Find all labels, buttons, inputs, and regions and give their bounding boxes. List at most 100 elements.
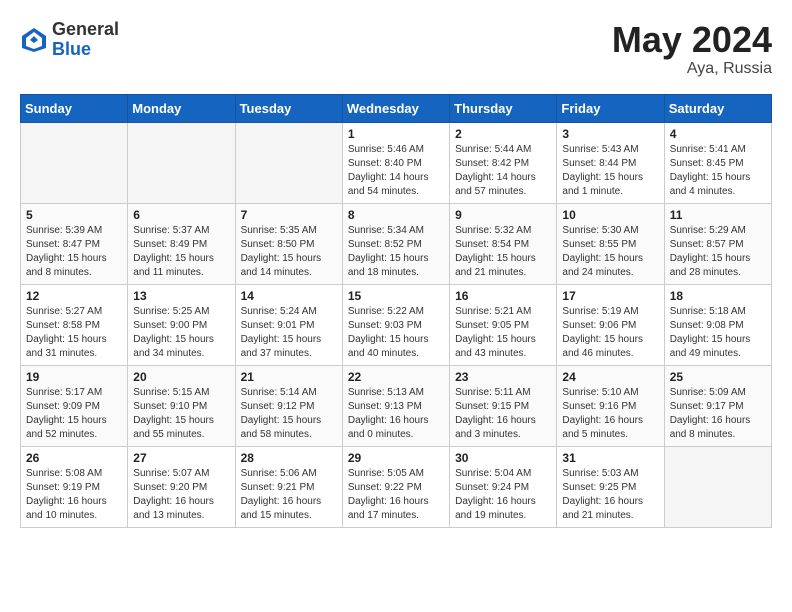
day-detail: Sunrise: 5:34 AMSunset: 8:52 PMDaylight:… — [348, 224, 444, 280]
day-detail: Sunrise: 5:04 AMSunset: 9:24 PMDaylight:… — [455, 467, 551, 523]
day-number: 18 — [670, 289, 766, 303]
day-number: 29 — [348, 451, 444, 465]
day-number: 7 — [241, 208, 337, 222]
day-cell: 30 Sunrise: 5:04 AMSunset: 9:24 PMDayligh… — [450, 446, 557, 527]
day-number: 30 — [455, 451, 551, 465]
day-number: 22 — [348, 370, 444, 384]
day-cell: 11 Sunrise: 5:29 AMSunset: 8:57 PMDayligh… — [664, 203, 771, 284]
day-detail: Sunrise: 5:13 AMSunset: 9:13 PMDaylight:… — [348, 386, 444, 442]
title-block: May 2024 Aya, Russia — [612, 20, 772, 78]
calendar-table: SundayMondayTuesdayWednesdayThursdayFrid… — [20, 94, 772, 528]
day-number: 15 — [348, 289, 444, 303]
weekday-thursday: Thursday — [450, 94, 557, 122]
day-detail: Sunrise: 5:09 AMSunset: 9:17 PMDaylight:… — [670, 386, 766, 442]
day-cell: 21 Sunrise: 5:14 AMSunset: 9:12 PMDayligh… — [235, 365, 342, 446]
weekday-monday: Monday — [128, 94, 235, 122]
day-detail: Sunrise: 5:43 AMSunset: 8:44 PMDaylight:… — [562, 143, 658, 199]
day-number: 19 — [26, 370, 122, 384]
day-detail: Sunrise: 5:39 AMSunset: 8:47 PMDaylight:… — [26, 224, 122, 280]
day-cell: 24 Sunrise: 5:10 AMSunset: 9:16 PMDayligh… — [557, 365, 664, 446]
day-detail: Sunrise: 5:25 AMSunset: 9:00 PMDaylight:… — [133, 305, 229, 361]
weekday-header-row: SundayMondayTuesdayWednesdayThursdayFrid… — [21, 94, 772, 122]
day-number: 24 — [562, 370, 658, 384]
day-detail: Sunrise: 5:07 AMSunset: 9:20 PMDaylight:… — [133, 467, 229, 523]
day-cell: 19 Sunrise: 5:17 AMSunset: 9:09 PMDayligh… — [21, 365, 128, 446]
day-detail: Sunrise: 5:15 AMSunset: 9:10 PMDaylight:… — [133, 386, 229, 442]
day-detail: Sunrise: 5:10 AMSunset: 9:16 PMDaylight:… — [562, 386, 658, 442]
week-row-4: 19 Sunrise: 5:17 AMSunset: 9:09 PMDayligh… — [21, 365, 772, 446]
day-cell — [21, 122, 128, 203]
day-detail: Sunrise: 5:27 AMSunset: 8:58 PMDaylight:… — [26, 305, 122, 361]
weekday-sunday: Sunday — [21, 94, 128, 122]
day-detail: Sunrise: 5:41 AMSunset: 8:45 PMDaylight:… — [670, 143, 766, 199]
day-number: 17 — [562, 289, 658, 303]
day-number: 25 — [670, 370, 766, 384]
day-detail: Sunrise: 5:17 AMSunset: 9:09 PMDaylight:… — [26, 386, 122, 442]
weekday-friday: Friday — [557, 94, 664, 122]
page-header: General Blue May 2024 Aya, Russia — [20, 20, 772, 78]
day-cell: 12Sunrise: 5:27 AMSunset: 8:58 PMDayligh… — [21, 284, 128, 365]
day-number: 16 — [455, 289, 551, 303]
day-detail: Sunrise: 5:22 AMSunset: 9:03 PMDaylight:… — [348, 305, 444, 361]
day-number: 23 — [455, 370, 551, 384]
day-cell: 27 Sunrise: 5:07 AMSunset: 9:20 PMDayligh… — [128, 446, 235, 527]
day-detail: Sunrise: 5:19 AMSunset: 9:06 PMDaylight:… — [562, 305, 658, 361]
weekday-wednesday: Wednesday — [342, 94, 449, 122]
day-cell: 23 Sunrise: 5:11 AMSunset: 9:15 PMDayligh… — [450, 365, 557, 446]
day-cell: 2 Sunrise: 5:44 AMSunset: 8:42 PMDaylight… — [450, 122, 557, 203]
day-cell: 15 Sunrise: 5:22 AMSunset: 9:03 PMDayligh… — [342, 284, 449, 365]
logo-icon — [20, 26, 48, 54]
day-detail: Sunrise: 5:08 AMSunset: 9:19 PMDaylight:… — [26, 467, 122, 523]
day-number: 2 — [455, 127, 551, 141]
day-detail: Sunrise: 5:11 AMSunset: 9:15 PMDaylight:… — [455, 386, 551, 442]
day-detail: Sunrise: 5:21 AMSunset: 9:05 PMDaylight:… — [455, 305, 551, 361]
day-cell: 6 Sunrise: 5:37 AMSunset: 8:49 PMDaylight… — [128, 203, 235, 284]
day-detail: Sunrise: 5:32 AMSunset: 8:54 PMDaylight:… — [455, 224, 551, 280]
day-number: 21 — [241, 370, 337, 384]
day-cell: 5 Sunrise: 5:39 AMSunset: 8:47 PMDaylight… — [21, 203, 128, 284]
day-cell: 31 Sunrise: 5:03 AMSunset: 9:25 PMDayligh… — [557, 446, 664, 527]
day-number: 14 — [241, 289, 337, 303]
day-detail: Sunrise: 5:24 AMSunset: 9:01 PMDaylight:… — [241, 305, 337, 361]
day-cell: 18 Sunrise: 5:18 AMSunset: 9:08 PMDayligh… — [664, 284, 771, 365]
day-detail: Sunrise: 5:29 AMSunset: 8:57 PMDaylight:… — [670, 224, 766, 280]
day-number: 11 — [670, 208, 766, 222]
day-number: 9 — [455, 208, 551, 222]
day-detail: Sunrise: 5:18 AMSunset: 9:08 PMDaylight:… — [670, 305, 766, 361]
day-cell: 29Sunrise: 5:05 AMSunset: 9:22 PMDayligh… — [342, 446, 449, 527]
day-cell: 17 Sunrise: 5:19 AMSunset: 9:06 PMDayligh… — [557, 284, 664, 365]
day-cell: 10Sunrise: 5:30 AMSunset: 8:55 PMDayligh… — [557, 203, 664, 284]
day-number: 31 — [562, 451, 658, 465]
day-cell: 13 Sunrise: 5:25 AMSunset: 9:00 PMDayligh… — [128, 284, 235, 365]
day-cell: 3Sunrise: 5:43 AMSunset: 8:44 PMDaylight… — [557, 122, 664, 203]
day-detail: Sunrise: 5:14 AMSunset: 9:12 PMDaylight:… — [241, 386, 337, 442]
day-cell: 20Sunrise: 5:15 AMSunset: 9:10 PMDayligh… — [128, 365, 235, 446]
weekday-saturday: Saturday — [664, 94, 771, 122]
day-cell: 16 Sunrise: 5:21 AMSunset: 9:05 PMDayligh… — [450, 284, 557, 365]
day-cell: 14 Sunrise: 5:24 AMSunset: 9:01 PMDayligh… — [235, 284, 342, 365]
day-cell: 28 Sunrise: 5:06 AMSunset: 9:21 PMDayligh… — [235, 446, 342, 527]
week-row-5: 26 Sunrise: 5:08 AMSunset: 9:19 PMDayligh… — [21, 446, 772, 527]
location-label: Aya, Russia — [612, 60, 772, 78]
day-detail: Sunrise: 5:44 AMSunset: 8:42 PMDaylight:… — [455, 143, 551, 199]
day-number: 27 — [133, 451, 229, 465]
day-number: 28 — [241, 451, 337, 465]
week-row-3: 12Sunrise: 5:27 AMSunset: 8:58 PMDayligh… — [21, 284, 772, 365]
weekday-tuesday: Tuesday — [235, 94, 342, 122]
logo: General Blue — [20, 20, 119, 60]
day-cell: 9 Sunrise: 5:32 AMSunset: 8:54 PMDaylight… — [450, 203, 557, 284]
day-number: 1 — [348, 127, 444, 141]
day-number: 8 — [348, 208, 444, 222]
day-detail: Sunrise: 5:30 AMSunset: 8:55 PMDaylight:… — [562, 224, 658, 280]
day-cell: 4Sunrise: 5:41 AMSunset: 8:45 PMDaylight… — [664, 122, 771, 203]
day-cell: 22 Sunrise: 5:13 AMSunset: 9:13 PMDayligh… — [342, 365, 449, 446]
day-number: 26 — [26, 451, 122, 465]
day-number: 5 — [26, 208, 122, 222]
month-year-title: May 2024 — [612, 20, 772, 60]
day-detail: Sunrise: 5:06 AMSunset: 9:21 PMDaylight:… — [241, 467, 337, 523]
day-cell — [664, 446, 771, 527]
day-detail: Sunrise: 5:03 AMSunset: 9:25 PMDaylight:… — [562, 467, 658, 523]
day-number: 6 — [133, 208, 229, 222]
day-number: 13 — [133, 289, 229, 303]
day-detail: Sunrise: 5:37 AMSunset: 8:49 PMDaylight:… — [133, 224, 229, 280]
